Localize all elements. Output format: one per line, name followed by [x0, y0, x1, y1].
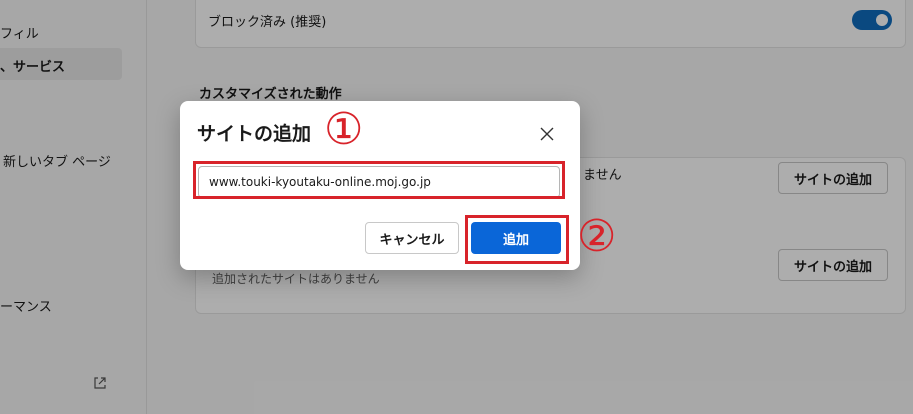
close-icon[interactable] [536, 123, 558, 145]
highlight-add-button-box [465, 215, 569, 264]
cancel-button[interactable]: キャンセル [365, 222, 459, 254]
step-2-marker: ② [577, 211, 617, 262]
step-1-marker: ① [324, 104, 364, 155]
dialog-title: サイトの追加 [197, 123, 312, 145]
highlight-input-box [193, 161, 565, 199]
